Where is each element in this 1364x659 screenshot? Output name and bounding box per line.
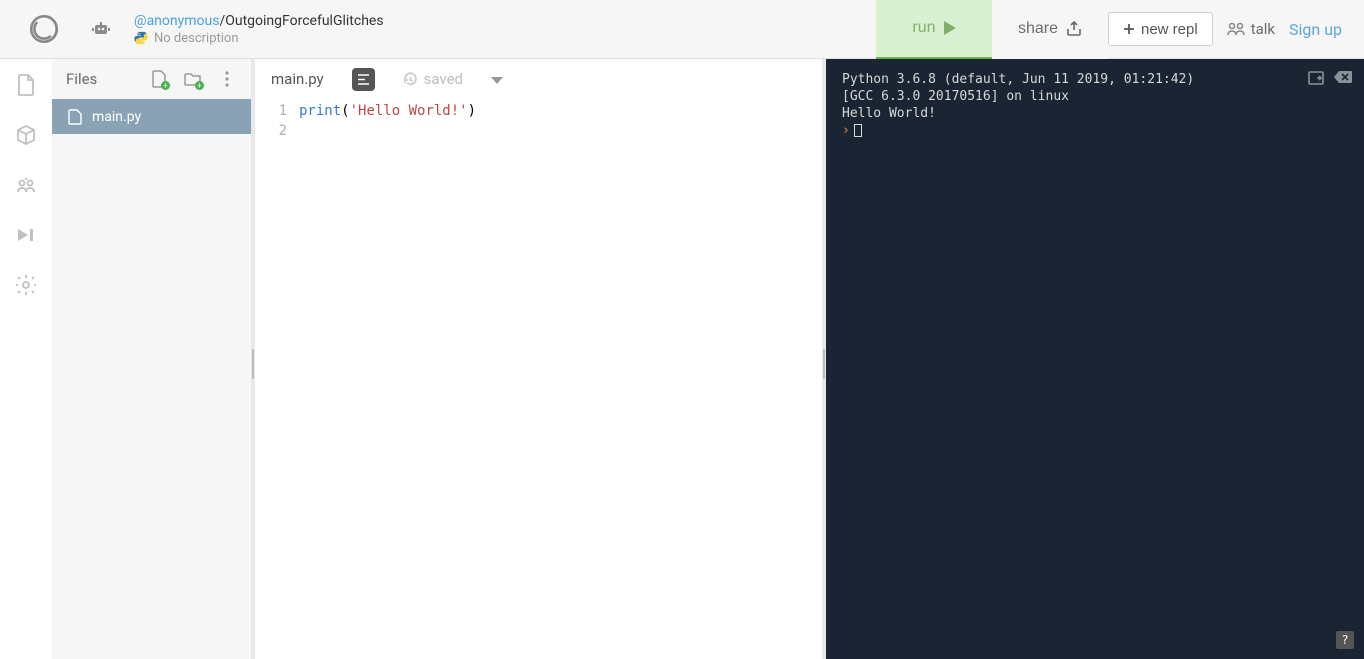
line-gutter: 1 2 xyxy=(255,101,299,659)
line-number: 2 xyxy=(255,121,287,141)
terminal-line: Hello World! xyxy=(842,105,1348,122)
editor-tab[interactable]: main.py xyxy=(271,70,324,88)
panel-divider-left[interactable] xyxy=(251,59,255,659)
people-icon xyxy=(1227,22,1245,36)
terminal-expand-icon[interactable] xyxy=(1308,71,1324,90)
files-panel-title: Files xyxy=(66,70,135,88)
editor-tab-bar: main.py saved xyxy=(255,59,822,99)
language-icon xyxy=(86,20,116,38)
play-icon xyxy=(944,21,956,35)
new-repl-button[interactable]: new repl xyxy=(1108,12,1213,46)
terminal-prompt[interactable]: › xyxy=(842,122,1348,139)
talk-button[interactable]: talk xyxy=(1227,20,1275,38)
files-panel-header: Files + + xyxy=(52,59,251,99)
python-icon xyxy=(134,31,148,45)
packages-icon[interactable] xyxy=(14,123,38,147)
history-icon xyxy=(403,72,418,87)
header-right-actions: new repl talk Sign up xyxy=(1108,12,1364,46)
code-content[interactable]: print('Hello World!') xyxy=(299,101,822,659)
terminal-action-icons xyxy=(1308,71,1352,90)
prompt-arrow-icon: › xyxy=(842,123,850,138)
terminal-clear-icon[interactable] xyxy=(1334,71,1352,90)
new-file-icon[interactable]: + xyxy=(149,69,169,89)
project-description-row: No description xyxy=(134,31,876,46)
format-icon[interactable] xyxy=(352,68,375,91)
plus-icon xyxy=(1123,23,1135,35)
terminal-cursor xyxy=(854,124,862,137)
new-repl-label: new repl xyxy=(1141,21,1198,38)
project-description[interactable]: No description xyxy=(154,31,239,46)
line-number: 1 xyxy=(255,101,287,121)
files-icon[interactable] xyxy=(14,73,38,97)
settings-icon[interactable] xyxy=(14,273,38,297)
project-owner[interactable]: @anonymous xyxy=(134,13,219,29)
new-folder-icon[interactable]: + xyxy=(183,69,203,89)
run-button[interactable]: run xyxy=(876,0,992,59)
sidebar-nav xyxy=(0,59,52,659)
saved-label: saved xyxy=(424,70,463,88)
project-info: @anonymous/OutgoingForcefulGlitches No d… xyxy=(134,13,876,46)
project-name: /OutgoingForcefulGlitches xyxy=(219,13,383,29)
share-button[interactable]: share xyxy=(992,0,1108,59)
main-area: Files + + main.py main.py xyxy=(0,59,1364,659)
help-button[interactable]: ? xyxy=(1336,631,1354,649)
terminal-panel[interactable]: Python 3.6.8 (default, Jun 11 2019, 01:2… xyxy=(826,59,1364,659)
code-editor[interactable]: 1 2 print('Hello World!') xyxy=(255,99,822,659)
editor-menu-caret[interactable] xyxy=(491,70,503,89)
terminal-line: [GCC 6.3.0 20170516] on linux xyxy=(842,88,1348,105)
editor-panel: main.py saved 1 2 print('Hello World!') xyxy=(255,59,822,659)
saved-indicator: saved xyxy=(403,70,463,88)
talk-label: talk xyxy=(1251,20,1275,38)
files-panel: Files + + main.py xyxy=(52,59,251,659)
terminal-line: Python 3.6.8 (default, Jun 11 2019, 01:2… xyxy=(842,71,1348,88)
share-label: share xyxy=(1018,20,1058,38)
file-item-main[interactable]: main.py xyxy=(52,99,251,134)
files-menu-icon[interactable] xyxy=(217,69,237,89)
file-item-label: main.py xyxy=(92,109,141,125)
file-icon xyxy=(68,109,82,125)
project-title[interactable]: @anonymous/OutgoingForcefulGlitches xyxy=(134,13,876,29)
run-label: run xyxy=(912,19,935,37)
multiplayer-icon[interactable] xyxy=(14,173,38,197)
debugger-icon[interactable] xyxy=(14,223,38,247)
replit-logo[interactable] xyxy=(20,5,68,53)
share-icon xyxy=(1066,21,1082,37)
signup-link[interactable]: Sign up xyxy=(1289,20,1342,39)
app-header: @anonymous/OutgoingForcefulGlitches No d… xyxy=(0,0,1364,59)
